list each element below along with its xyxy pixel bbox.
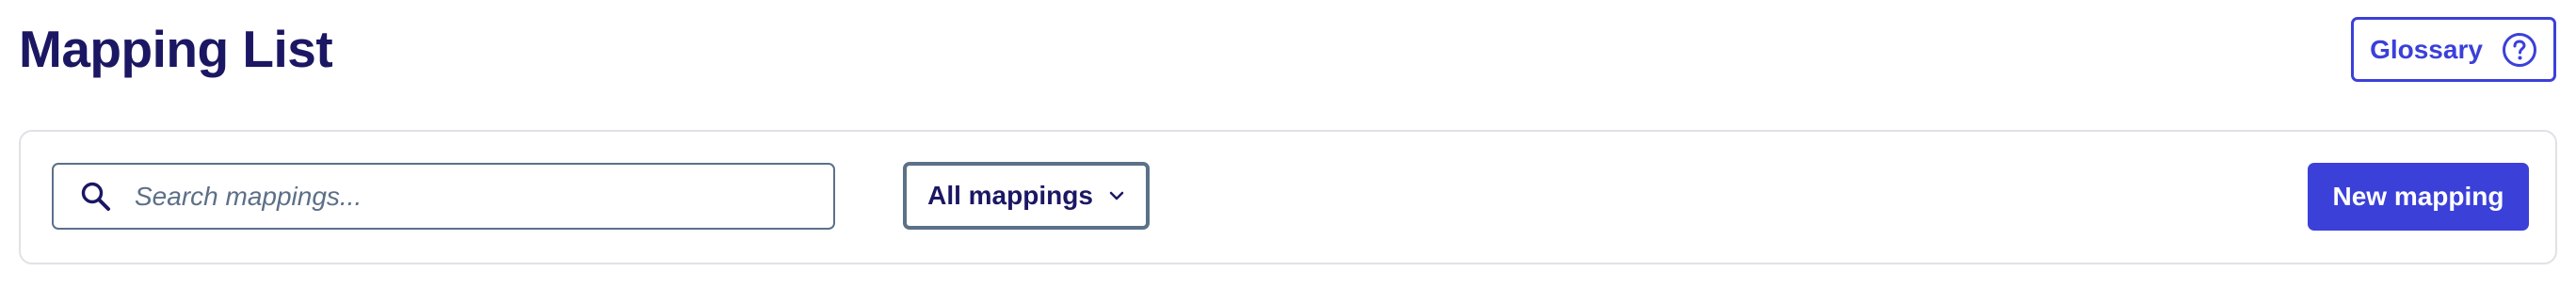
search-input[interactable] — [133, 180, 796, 213]
search-box[interactable] — [52, 163, 835, 230]
help-circle-icon — [2502, 32, 2537, 68]
search-icon — [80, 181, 112, 213]
new-mapping-button[interactable]: New mapping — [2308, 163, 2529, 231]
new-mapping-label: New mapping — [2332, 182, 2504, 211]
page-title: Mapping List — [19, 20, 333, 78]
mapping-toolbar: All mappings New mapping — [19, 130, 2557, 264]
filter-selected-label: All mappings — [927, 181, 1093, 210]
mappings-filter-dropdown[interactable]: All mappings — [903, 162, 1150, 230]
chevron-down-icon — [1108, 190, 1125, 201]
glossary-button[interactable]: Glossary — [2351, 17, 2556, 82]
glossary-label: Glossary — [2370, 34, 2483, 64]
